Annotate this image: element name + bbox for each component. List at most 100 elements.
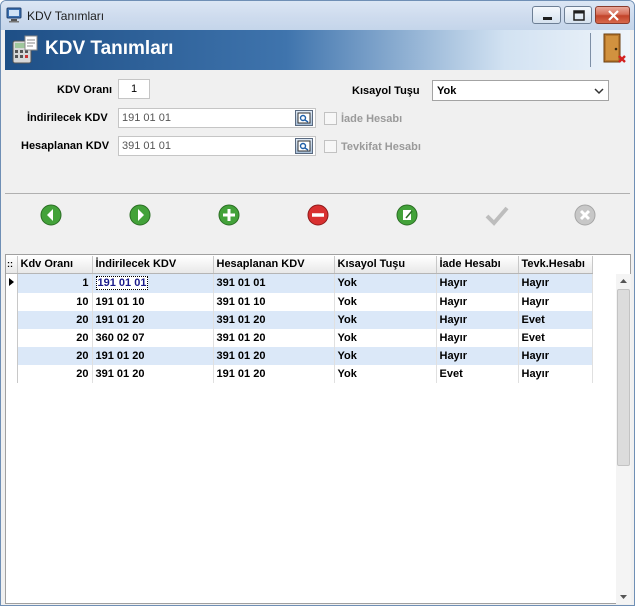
indirilecek-kdv-label: İndirilecek KDV <box>27 112 108 124</box>
next-button[interactable] <box>125 201 155 229</box>
exit-door-icon <box>603 33 626 63</box>
table-cell[interactable]: 391 01 20 <box>92 364 214 383</box>
table-row[interactable]: 20 191 01 20 391 01 20 Yok Hayır Hayır <box>6 346 593 365</box>
table-cell[interactable]: Hayır <box>436 328 519 347</box>
divider <box>5 193 630 194</box>
add-button[interactable] <box>214 201 244 229</box>
vertical-scrollbar[interactable] <box>616 274 631 604</box>
row-indicator <box>6 310 18 329</box>
app-icon <box>6 7 22 23</box>
edit-icon <box>396 204 418 226</box>
column-header[interactable]: İade Hesabı <box>436 256 519 274</box>
maximize-button[interactable] <box>564 6 592 24</box>
exit-button[interactable] <box>600 32 628 66</box>
grid-corner: :: <box>6 256 18 274</box>
scroll-up-icon[interactable] <box>616 274 631 288</box>
table-cell[interactable]: 20 <box>17 328 93 347</box>
table-cell[interactable]: 391 01 20 <box>213 310 335 329</box>
kdv-table: :: Kdv Oranı İndirilecek KDV Hesaplanan … <box>6 256 593 383</box>
table-header-row: :: Kdv Oranı İndirilecek KDV Hesaplanan … <box>6 256 593 274</box>
table-cell[interactable]: Yok <box>334 310 437 329</box>
table-cell[interactable]: Hayır <box>436 292 519 311</box>
table-cell[interactable]: Yok <box>334 346 437 365</box>
column-header[interactable]: Kısayol Tuşu <box>334 256 437 274</box>
table-cell[interactable]: Evet <box>436 364 519 383</box>
table-cell[interactable]: Hayır <box>518 346 593 365</box>
table-cell[interactable]: Hayır <box>436 310 519 329</box>
table-row[interactable]: 20 360 02 07 391 01 20 Yok Hayır Evet <box>6 328 593 347</box>
indirilecek-kdv-lookup-button[interactable] <box>295 110 313 126</box>
table-cell[interactable]: Yok <box>334 364 437 383</box>
table-cell[interactable]: 391 01 10 <box>213 292 335 311</box>
table-cell[interactable]: 191 01 20 <box>92 346 214 365</box>
table-cell[interactable]: Hayır <box>518 273 593 293</box>
table-cell[interactable]: Yok <box>334 273 437 293</box>
table-cell[interactable]: Evet <box>518 328 593 347</box>
header-banner: KDV Tanımları <box>5 30 630 70</box>
close-button[interactable] <box>595 6 630 24</box>
table-cell[interactable]: 360 02 07 <box>92 328 214 347</box>
window-title: KDV Tanımları <box>27 9 105 23</box>
next-icon <box>129 204 151 226</box>
table-cell[interactable]: Hayır <box>518 364 593 383</box>
kisayol-tusu-select[interactable]: Yok <box>432 80 609 101</box>
previous-button[interactable] <box>36 201 66 229</box>
scrollbar-thumb[interactable] <box>617 289 630 466</box>
tevkifat-hesabi-checkbox[interactable] <box>324 140 337 153</box>
delete-button[interactable] <box>303 201 333 229</box>
table-row[interactable]: 20 391 01 20 191 01 20 Yok Evet Hayır <box>6 364 593 383</box>
column-header[interactable]: Kdv Oranı <box>17 256 93 274</box>
confirm-button[interactable] <box>481 201 511 229</box>
iade-hesabi-checkbox[interactable] <box>324 112 337 125</box>
kdv-orani-field[interactable]: 1 <box>118 79 150 99</box>
cancel-button[interactable] <box>570 201 600 229</box>
current-row-arrow-icon <box>9 277 14 286</box>
table-cell[interactable]: 391 01 01 <box>213 273 335 293</box>
cancel-icon <box>574 204 596 226</box>
table-row[interactable]: 20 191 01 20 391 01 20 Yok Hayır Evet <box>6 310 593 329</box>
selected-cell-value: 191 01 01 <box>95 276 149 290</box>
table-row[interactable]: 1 191 01 01 391 01 01 Yok Hayır Hayır <box>6 273 593 293</box>
column-header[interactable]: Tevk.Hesabı <box>518 256 593 274</box>
page-title: KDV Tanımları <box>45 38 174 59</box>
iade-hesabi-label: İade Hesabı <box>341 113 403 125</box>
edit-button[interactable] <box>392 201 422 229</box>
column-header[interactable]: Hesaplanan KDV <box>213 256 335 274</box>
table-cell[interactable]: 191 01 20 <box>213 364 335 383</box>
minimize-icon <box>543 17 552 20</box>
indirilecek-kdv-field[interactable]: 191 01 01 <box>118 108 316 128</box>
title-bar: KDV Tanımları <box>1 1 634 30</box>
table-cell[interactable]: 20 <box>17 346 93 365</box>
minimize-button[interactable] <box>532 6 561 24</box>
calculator-icon <box>12 35 38 64</box>
table-cell[interactable]: 391 01 20 <box>213 328 335 347</box>
table-cell[interactable]: 20 <box>17 364 93 383</box>
table-cell[interactable]: 10 <box>17 292 93 311</box>
table-cell[interactable]: 191 01 20 <box>92 310 214 329</box>
table-cell[interactable]: 391 01 20 <box>213 346 335 365</box>
table-row[interactable]: 10 191 01 10 391 01 10 Yok Hayır Hayır <box>6 292 593 311</box>
table-cell[interactable]: Yok <box>334 292 437 311</box>
table-cell[interactable]: Hayır <box>436 273 519 293</box>
kdv-window: KDV Tanımları KDV Tanımları KDV Oranı 1 … <box>0 0 635 606</box>
chevron-down-icon <box>594 88 604 95</box>
table-cell[interactable]: Hayır <box>436 346 519 365</box>
scroll-down-icon[interactable] <box>616 590 631 604</box>
table-cell[interactable]: Yok <box>334 328 437 347</box>
table-cell[interactable]: Hayır <box>518 292 593 311</box>
tevkifat-hesabi-label: Tevkifat Hesabı <box>341 141 421 153</box>
table-cell-selected[interactable]: 191 01 01 <box>92 273 214 293</box>
table-cell[interactable]: 20 <box>17 310 93 329</box>
kdv-form: KDV Oranı 1 İndirilecek KDV 191 01 01 He… <box>5 70 630 192</box>
hesaplanan-kdv-lookup-button[interactable] <box>295 138 313 154</box>
row-indicator <box>6 328 18 347</box>
add-icon <box>218 204 240 226</box>
table-cell[interactable]: 1 <box>17 273 93 293</box>
hesaplanan-kdv-field[interactable]: 391 01 01 <box>118 136 316 156</box>
column-header[interactable]: İndirilecek KDV <box>92 256 214 274</box>
table-cell[interactable]: Evet <box>518 310 593 329</box>
kdv-grid[interactable]: :: Kdv Oranı İndirilecek KDV Hesaplanan … <box>5 254 631 604</box>
delete-icon <box>307 204 329 226</box>
lookup-icon <box>297 112 311 124</box>
table-cell[interactable]: 191 01 10 <box>92 292 214 311</box>
